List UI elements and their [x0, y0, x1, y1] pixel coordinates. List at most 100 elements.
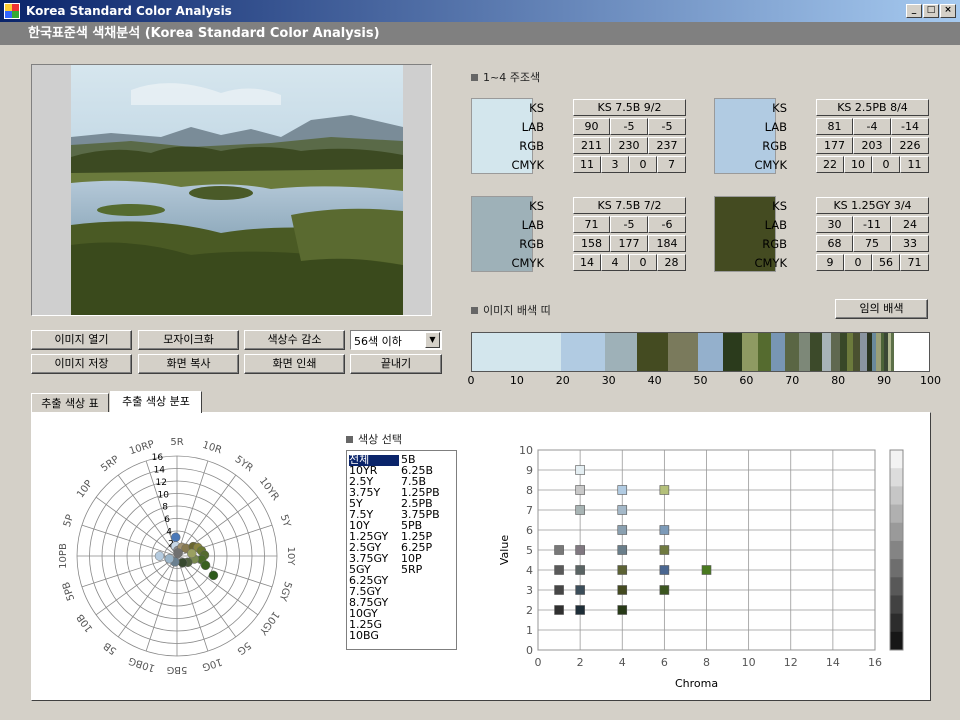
- rgb-value: 177: [610, 235, 648, 252]
- rgb-value: 226: [891, 137, 929, 154]
- polar-hue-label: 5R: [170, 437, 183, 448]
- close-button[interactable]: ×: [940, 4, 956, 18]
- rgb-value: 177: [816, 137, 853, 154]
- palette-strip-label: 이미지 배색 띠: [471, 302, 551, 318]
- field-label-rgb: RGB: [519, 139, 544, 153]
- value-legend-step: [890, 522, 903, 542]
- polar-hue-label: 10B: [75, 611, 95, 633]
- mosaic-button[interactable]: 모자이크화: [138, 330, 239, 350]
- lab-value: -4: [853, 118, 891, 135]
- value-legend-step: [890, 504, 903, 524]
- palette-segment: [771, 333, 785, 371]
- cmyk-value: 0: [629, 254, 657, 271]
- field-label-ks: KS: [772, 101, 787, 115]
- copy-screen-button[interactable]: 화면 복사: [138, 354, 239, 374]
- data-point: [659, 565, 670, 575]
- polar-hue-label: 10P: [75, 478, 95, 500]
- hue-list-item[interactable]: 10BG: [349, 630, 399, 642]
- palette-segment: [698, 333, 724, 371]
- save-image-button[interactable]: 이미지 저장: [31, 354, 132, 374]
- field-label-cmyk: CMYK: [511, 158, 544, 172]
- polar-point: [173, 548, 183, 558]
- x-tick-label: 14: [826, 656, 840, 669]
- color-count-select[interactable]: 56색 이하 ▼: [350, 330, 442, 350]
- dropdown-arrow-icon[interactable]: ▼: [425, 332, 440, 348]
- hue-chroma-polar-chart: 5R 10R 5YR10YR 5Y 10Y 5GY 10GY5G 10G 5BG 10BG 5B 10…: [58, 437, 296, 675]
- y-tick-label: 0: [526, 644, 533, 657]
- polar-point: [208, 570, 219, 581]
- field-label-cmyk: CMYK: [511, 256, 544, 270]
- data-point: [554, 605, 564, 615]
- value-legend-step: [890, 577, 903, 596]
- value-legend-step: [890, 450, 903, 469]
- value-legend-step: [890, 595, 903, 615]
- color-select-list[interactable]: 전체 10YR 2.5Y 3.75Y 5Y 7.5Y 10Y 1.25GY 2.5GY 3.75G…: [346, 450, 457, 650]
- y-tick-label: 5: [526, 544, 533, 557]
- polar-hue-label: 5PB: [61, 580, 77, 602]
- x-tick-label: 2: [577, 656, 584, 669]
- data-point: [575, 465, 585, 475]
- palette-segment: [741, 333, 758, 371]
- data-point: [554, 565, 564, 575]
- palette-tick-label: 80: [831, 374, 846, 387]
- data-point: [617, 545, 628, 555]
- random-palette-button[interactable]: 임의 배색: [835, 299, 928, 319]
- polar-hue-label: 5P: [62, 513, 76, 528]
- open-image-button[interactable]: 이미지 열기: [31, 330, 132, 350]
- polar-hue-label: 10G: [201, 656, 224, 673]
- palette-tick-label: 100: [920, 374, 941, 387]
- palette-segment: [604, 333, 637, 371]
- y-tick-label: 2: [526, 604, 533, 617]
- palette-strip: [471, 332, 930, 372]
- reduce-colors-button[interactable]: 색상수 감소: [244, 330, 345, 350]
- main-colors-label: 1~4 주조색: [471, 69, 540, 85]
- x-tick-label: 4: [619, 656, 626, 669]
- cmyk-value: 0: [629, 156, 657, 173]
- exit-button[interactable]: 끝내기: [350, 354, 442, 374]
- tab-color-table[interactable]: 추출 색상 표: [31, 393, 109, 413]
- y-axis-label: Value: [498, 535, 511, 565]
- cmyk-value: 22: [816, 156, 844, 173]
- cmyk-value: 71: [900, 254, 929, 271]
- maximize-button[interactable]: □: [923, 4, 939, 18]
- field-label-lab: LAB: [521, 218, 544, 232]
- cmyk-value: 56: [872, 254, 900, 271]
- lab-value: -5: [610, 216, 648, 233]
- polar-hue-label: 10PB: [58, 543, 69, 569]
- cmyk-value: 11: [573, 156, 601, 173]
- x-tick-label: 16: [868, 656, 882, 669]
- x-tick-label: 0: [535, 656, 542, 669]
- cmyk-value: 28: [657, 254, 686, 271]
- data-point: [617, 505, 628, 515]
- palette-segment: [636, 333, 669, 371]
- palette-tick-label: 70: [785, 374, 800, 387]
- polar-radial-label: 12: [156, 478, 167, 488]
- field-label-cmyk: CMYK: [754, 158, 787, 172]
- y-tick-label: 8: [526, 484, 533, 497]
- print-screen-button[interactable]: 화면 인쇄: [244, 354, 345, 374]
- palette-segment: [668, 333, 699, 371]
- y-tick-label: 3: [526, 584, 533, 597]
- cmyk-value: 14: [573, 254, 601, 271]
- lab-value: -14: [891, 118, 929, 135]
- lab-value: -6: [648, 216, 686, 233]
- field-label-lab: LAB: [764, 120, 787, 134]
- y-tick-label: 10: [519, 444, 533, 457]
- palette-tick-label: 40: [647, 374, 662, 387]
- polar-point: [187, 548, 197, 559]
- minimize-button[interactable]: _: [906, 4, 922, 18]
- data-point: [617, 585, 628, 595]
- data-point: [617, 525, 628, 535]
- field-label-rgb: RGB: [519, 237, 544, 251]
- tab-color-distribution[interactable]: 추출 색상 분포: [110, 391, 202, 413]
- rgb-value: 184: [648, 235, 686, 252]
- palette-segment: [860, 333, 868, 371]
- polar-point: [154, 551, 165, 561]
- polar-hue-label: 5RP: [99, 454, 121, 474]
- window-titlebar: Korea Standard Color Analysis _ □ ×: [0, 0, 960, 22]
- field-label-rgb: RGB: [762, 237, 787, 251]
- hue-list-item[interactable]: 5RP: [401, 564, 422, 576]
- data-point: [554, 545, 564, 555]
- window-title: Korea Standard Color Analysis: [26, 4, 232, 18]
- rgb-value: 75: [853, 235, 891, 252]
